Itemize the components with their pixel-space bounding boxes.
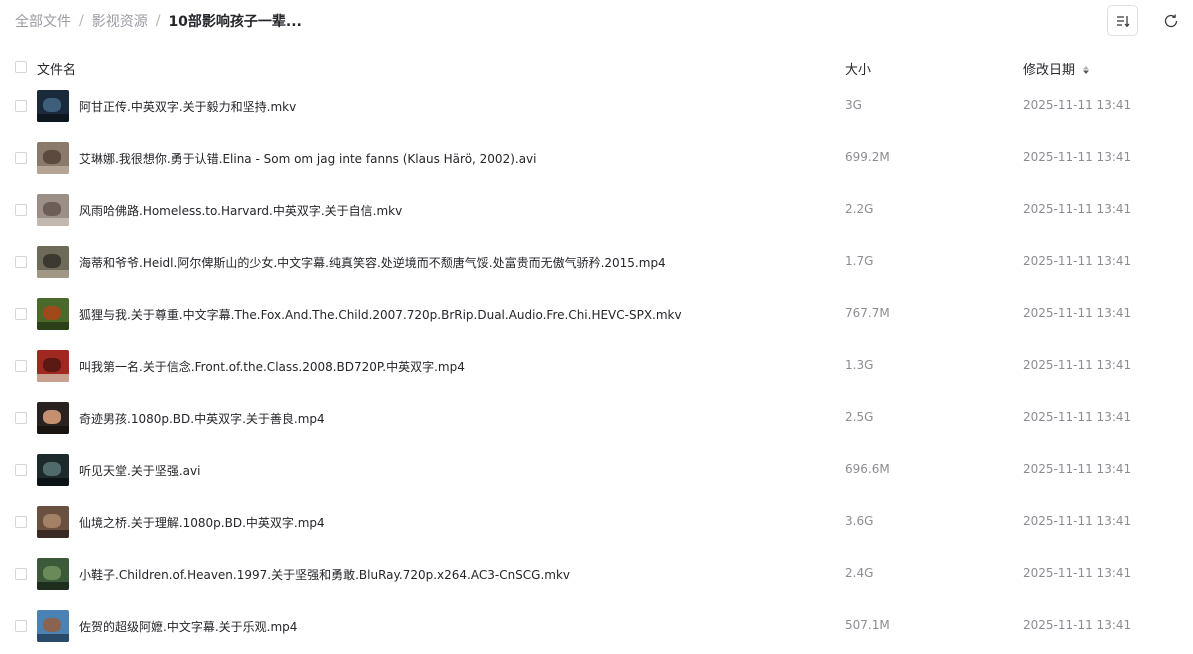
- video-thumbnail[interactable]: [37, 298, 69, 330]
- table-row[interactable]: 叫我第一名.关于信念.Front.of.the.Class.2008.BD720…: [0, 340, 1193, 392]
- file-size: 699.2M: [845, 150, 890, 164]
- row-checkbox[interactable]: [15, 516, 27, 528]
- breadcrumb-separator: /: [155, 13, 161, 29]
- table-row[interactable]: 艾琳娜.我很想你.勇于认错.Elina - Som om jag inte fa…: [0, 132, 1193, 184]
- table-row[interactable]: 奇迹男孩.1080p.BD.中英双字.关于善良.mp4 2.5G 2025-11-1…: [0, 392, 1193, 444]
- table-row[interactable]: 佐贺的超级阿嬷.中文字幕.关于乐观.mp4 507.1M 2025-11-11 13…: [0, 600, 1193, 652]
- row-checkbox[interactable]: [15, 204, 27, 216]
- file-modified-date: 2025-11-11 13:41: [1023, 150, 1132, 164]
- file-size: 767.7M: [845, 306, 890, 320]
- file-name[interactable]: 风雨哈佛路.Homeless.to.Harvard.中英双字.关于自信.mkv: [79, 202, 402, 219]
- row-checkbox[interactable]: [15, 152, 27, 164]
- video-thumbnail[interactable]: [37, 454, 69, 486]
- file-modified-date: 2025-11-11 13:41: [1023, 254, 1132, 268]
- row-checkbox[interactable]: [15, 620, 27, 632]
- video-thumbnail[interactable]: [37, 558, 69, 590]
- file-size: 3G: [845, 98, 862, 112]
- file-modified-date: 2025-11-11 13:41: [1023, 98, 1132, 112]
- video-thumbnail[interactable]: [37, 246, 69, 278]
- breadcrumb-separator: /: [79, 13, 84, 29]
- file-modified-date: 2025-11-11 13:41: [1023, 202, 1132, 216]
- table-row[interactable]: 小鞋子.Children.of.Heaven.1997.关于坚强和勇敢.BluR…: [0, 548, 1193, 600]
- table-row[interactable]: 风雨哈佛路.Homeless.to.Harvard.中英双字.关于自信.mkv 2…: [0, 184, 1193, 236]
- row-checkbox[interactable]: [15, 256, 27, 268]
- column-header-size[interactable]: 大小: [845, 59, 871, 78]
- row-checkbox[interactable]: [15, 464, 27, 476]
- file-modified-date: 2025-11-11 13:41: [1023, 618, 1132, 632]
- table-row[interactable]: 仙境之桥.关于理解.1080p.BD.中英双字.mp4 3.6G 2025-11-1…: [0, 496, 1193, 548]
- file-modified-date: 2025-11-11 13:41: [1023, 358, 1132, 372]
- table-row[interactable]: 听见天堂.关于坚强.avi 696.6M 2025-11-11 13:41: [0, 444, 1193, 496]
- refresh-icon: [1164, 14, 1178, 28]
- file-size: 1.7G: [845, 254, 874, 268]
- video-thumbnail[interactable]: [37, 610, 69, 642]
- file-size: 507.1M: [845, 618, 890, 632]
- table-row[interactable]: 海蒂和爷爷.Heidl.阿尔俾斯山的少女.中文字幕.纯真笑容.处逆境而不颓唐气馁…: [0, 236, 1193, 288]
- column-header-name[interactable]: 文件名: [37, 59, 76, 78]
- row-checkbox[interactable]: [15, 308, 27, 320]
- file-name[interactable]: 艾琳娜.我很想你.勇于认错.Elina - Som om jag inte fa…: [79, 150, 537, 167]
- row-checkbox[interactable]: [15, 360, 27, 372]
- file-name[interactable]: 仙境之桥.关于理解.1080p.BD.中英双字.mp4: [79, 514, 325, 531]
- video-thumbnail[interactable]: [37, 194, 69, 226]
- file-modified-date: 2025-11-11 13:41: [1023, 514, 1132, 528]
- file-name[interactable]: 奇迹男孩.1080p.BD.中英双字.关于善良.mp4: [79, 410, 325, 427]
- video-thumbnail[interactable]: [37, 350, 69, 382]
- breadcrumb-current: 10部影响孩子一辈...: [168, 14, 302, 30]
- file-size: 3.6G: [845, 514, 874, 528]
- file-browser: 全部文件 / 影视资源 / 10部影响孩子一辈... 文件名 大小 修改日期 阿…: [0, 0, 1193, 654]
- file-name[interactable]: 听见天堂.关于坚强.avi: [79, 462, 200, 479]
- breadcrumb-root[interactable]: 全部文件: [15, 11, 71, 31]
- sort-icon: [1116, 15, 1129, 27]
- sort-button[interactable]: [1107, 5, 1138, 36]
- file-modified-date: 2025-11-11 13:41: [1023, 306, 1132, 320]
- row-checkbox[interactable]: [15, 100, 27, 112]
- file-name[interactable]: 海蒂和爷爷.Heidl.阿尔俾斯山的少女.中文字幕.纯真笑容.处逆境而不颓唐气馁…: [79, 254, 666, 271]
- file-size: 2.5G: [845, 410, 874, 424]
- column-header-modified-label: 修改日期: [1023, 63, 1076, 78]
- file-modified-date: 2025-11-11 13:41: [1023, 566, 1132, 580]
- row-checkbox[interactable]: [15, 412, 27, 424]
- video-thumbnail[interactable]: [37, 506, 69, 538]
- table-row[interactable]: 阿甘正传.中英双字.关于毅力和坚持.mkv 3G 2025-11-11 13:41: [0, 80, 1193, 132]
- video-thumbnail[interactable]: [37, 142, 69, 174]
- file-modified-date: 2025-11-11 13:41: [1023, 410, 1132, 424]
- refresh-button[interactable]: [1162, 12, 1180, 30]
- sort-arrows-icon: [1083, 66, 1090, 74]
- file-modified-date: 2025-11-11 13:41: [1023, 462, 1132, 476]
- video-thumbnail[interactable]: [37, 402, 69, 434]
- file-size: 2.2G: [845, 202, 874, 216]
- file-size: 1.3G: [845, 358, 874, 372]
- table-header: 文件名 大小 修改日期: [0, 50, 1193, 84]
- file-name[interactable]: 狐狸与我.关于尊重.中文字幕.The.Fox.And.The.Child.200…: [79, 306, 682, 323]
- file-name[interactable]: 叫我第一名.关于信念.Front.of.the.Class.2008.BD720…: [79, 358, 465, 375]
- file-size: 2.4G: [845, 566, 874, 580]
- breadcrumb: 全部文件 / 影视资源 / 10部影响孩子一辈...: [15, 11, 302, 31]
- file-name[interactable]: 阿甘正传.中英双字.关于毅力和坚持.mkv: [79, 98, 296, 115]
- file-size: 696.6M: [845, 462, 890, 476]
- table-row[interactable]: 狐狸与我.关于尊重.中文字幕.The.Fox.And.The.Child.200…: [0, 288, 1193, 340]
- row-checkbox[interactable]: [15, 568, 27, 580]
- file-name[interactable]: 佐贺的超级阿嬷.中文字幕.关于乐观.mp4: [79, 618, 297, 635]
- select-all-checkbox[interactable]: [15, 61, 27, 73]
- column-header-modified[interactable]: 修改日期: [1023, 59, 1090, 78]
- file-name[interactable]: 小鞋子.Children.of.Heaven.1997.关于坚强和勇敢.BluR…: [79, 566, 570, 583]
- breadcrumb-parent[interactable]: 影视资源: [92, 11, 148, 31]
- video-thumbnail[interactable]: [37, 90, 69, 122]
